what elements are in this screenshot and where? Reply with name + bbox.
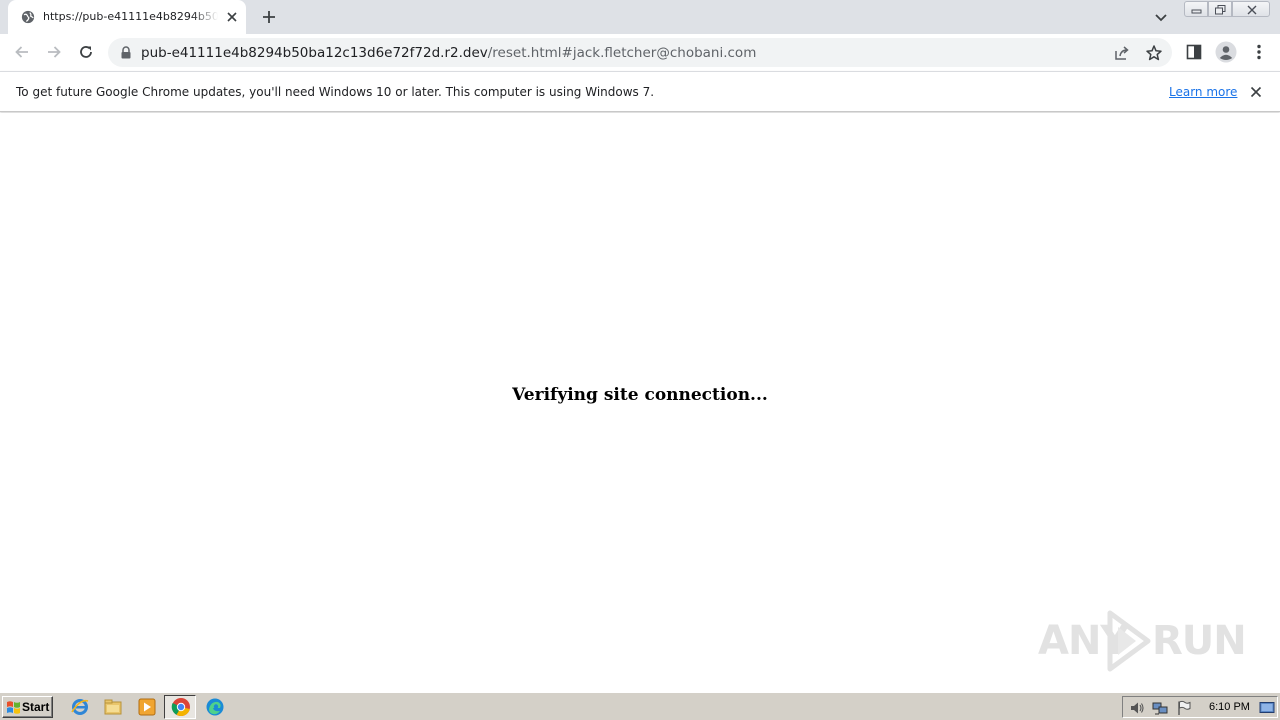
url-host: pub-e41111e4b8294b50ba12c13d6e72f72d.r2.… xyxy=(141,45,488,61)
infobar-close-icon[interactable] xyxy=(1248,84,1264,100)
verifying-status-text: Verifying site connection... xyxy=(512,385,768,405)
share-icon[interactable] xyxy=(1113,44,1131,62)
close-icon xyxy=(1247,5,1257,15)
forward-arrow-icon[interactable] xyxy=(45,43,63,61)
show-desktop-icon[interactable] xyxy=(1259,700,1275,716)
url-path: /reset.html#jack.fletcher@chobani.com xyxy=(487,45,757,61)
media-player-icon[interactable] xyxy=(137,697,157,717)
page-content: Verifying site connection... ANY RUN xyxy=(0,113,1280,692)
window-close-button[interactable] xyxy=(1232,1,1270,17)
volume-icon[interactable] xyxy=(1129,700,1145,716)
minimize-button[interactable] xyxy=(1184,1,1208,17)
system-tray: 6:10 PM xyxy=(1122,696,1278,718)
start-label: Start xyxy=(22,700,50,714)
action-center-flag-icon[interactable] xyxy=(1176,700,1192,716)
more-menu-icon[interactable] xyxy=(1250,43,1268,61)
bookmark-star-icon[interactable] xyxy=(1145,44,1163,62)
new-tab-icon[interactable] xyxy=(260,8,278,26)
side-panel-icon[interactable] xyxy=(1185,43,1203,61)
infobar-message: To get future Google Chrome updates, you… xyxy=(16,85,655,99)
browser-toolbar: pub-e41111e4b8294b50ba12c13d6e72f72d.r2.… xyxy=(0,34,1280,71)
profile-avatar-icon[interactable] xyxy=(1215,41,1237,63)
reload-icon[interactable] xyxy=(77,43,95,61)
address-bar[interactable]: pub-e41111e4b8294b50ba12c13d6e72f72d.r2.… xyxy=(108,38,1172,67)
file-explorer-icon[interactable] xyxy=(103,697,123,717)
watermark-text-right: RUN xyxy=(1152,618,1247,664)
globe-icon xyxy=(21,10,35,24)
windows-logo-icon xyxy=(7,701,20,714)
restore-button[interactable] xyxy=(1208,1,1232,17)
lock-icon[interactable] xyxy=(120,46,132,59)
url-text[interactable]: pub-e41111e4b8294b50ba12c13d6e72f72d.r2.… xyxy=(141,45,756,61)
learn-more-link[interactable]: Learn more xyxy=(1169,84,1237,100)
start-button[interactable]: Start xyxy=(2,696,53,718)
minimize-icon xyxy=(1191,9,1202,14)
taskbar-clock[interactable]: 6:10 PM xyxy=(1209,701,1250,714)
update-infobar: To get future Google Chrome updates, you… xyxy=(0,71,1280,112)
edge-icon[interactable] xyxy=(205,697,225,717)
internet-explorer-icon[interactable] xyxy=(70,697,90,717)
chevron-down-icon[interactable] xyxy=(1152,8,1170,26)
browser-tab[interactable]: https://pub-e41111e4b8294b50ba12c13d6e72… xyxy=(8,0,246,34)
taskbar-chrome-button[interactable] xyxy=(164,695,196,719)
tab-strip: https://pub-e41111e4b8294b50ba12c13d6e72… xyxy=(0,0,1280,34)
chrome-icon xyxy=(171,698,190,717)
windows-taskbar: Start 6:10 PM xyxy=(0,692,1280,720)
tab-close-icon[interactable] xyxy=(224,9,240,25)
back-arrow-icon[interactable] xyxy=(13,43,31,61)
play-logo-icon xyxy=(1107,610,1151,672)
network-icon[interactable] xyxy=(1152,700,1168,716)
tab-title: https://pub-e41111e4b8294b50ba12c13d6e72… xyxy=(43,10,218,23)
restore-icon xyxy=(1215,5,1226,15)
anyrun-watermark: ANY RUN xyxy=(1036,609,1247,673)
